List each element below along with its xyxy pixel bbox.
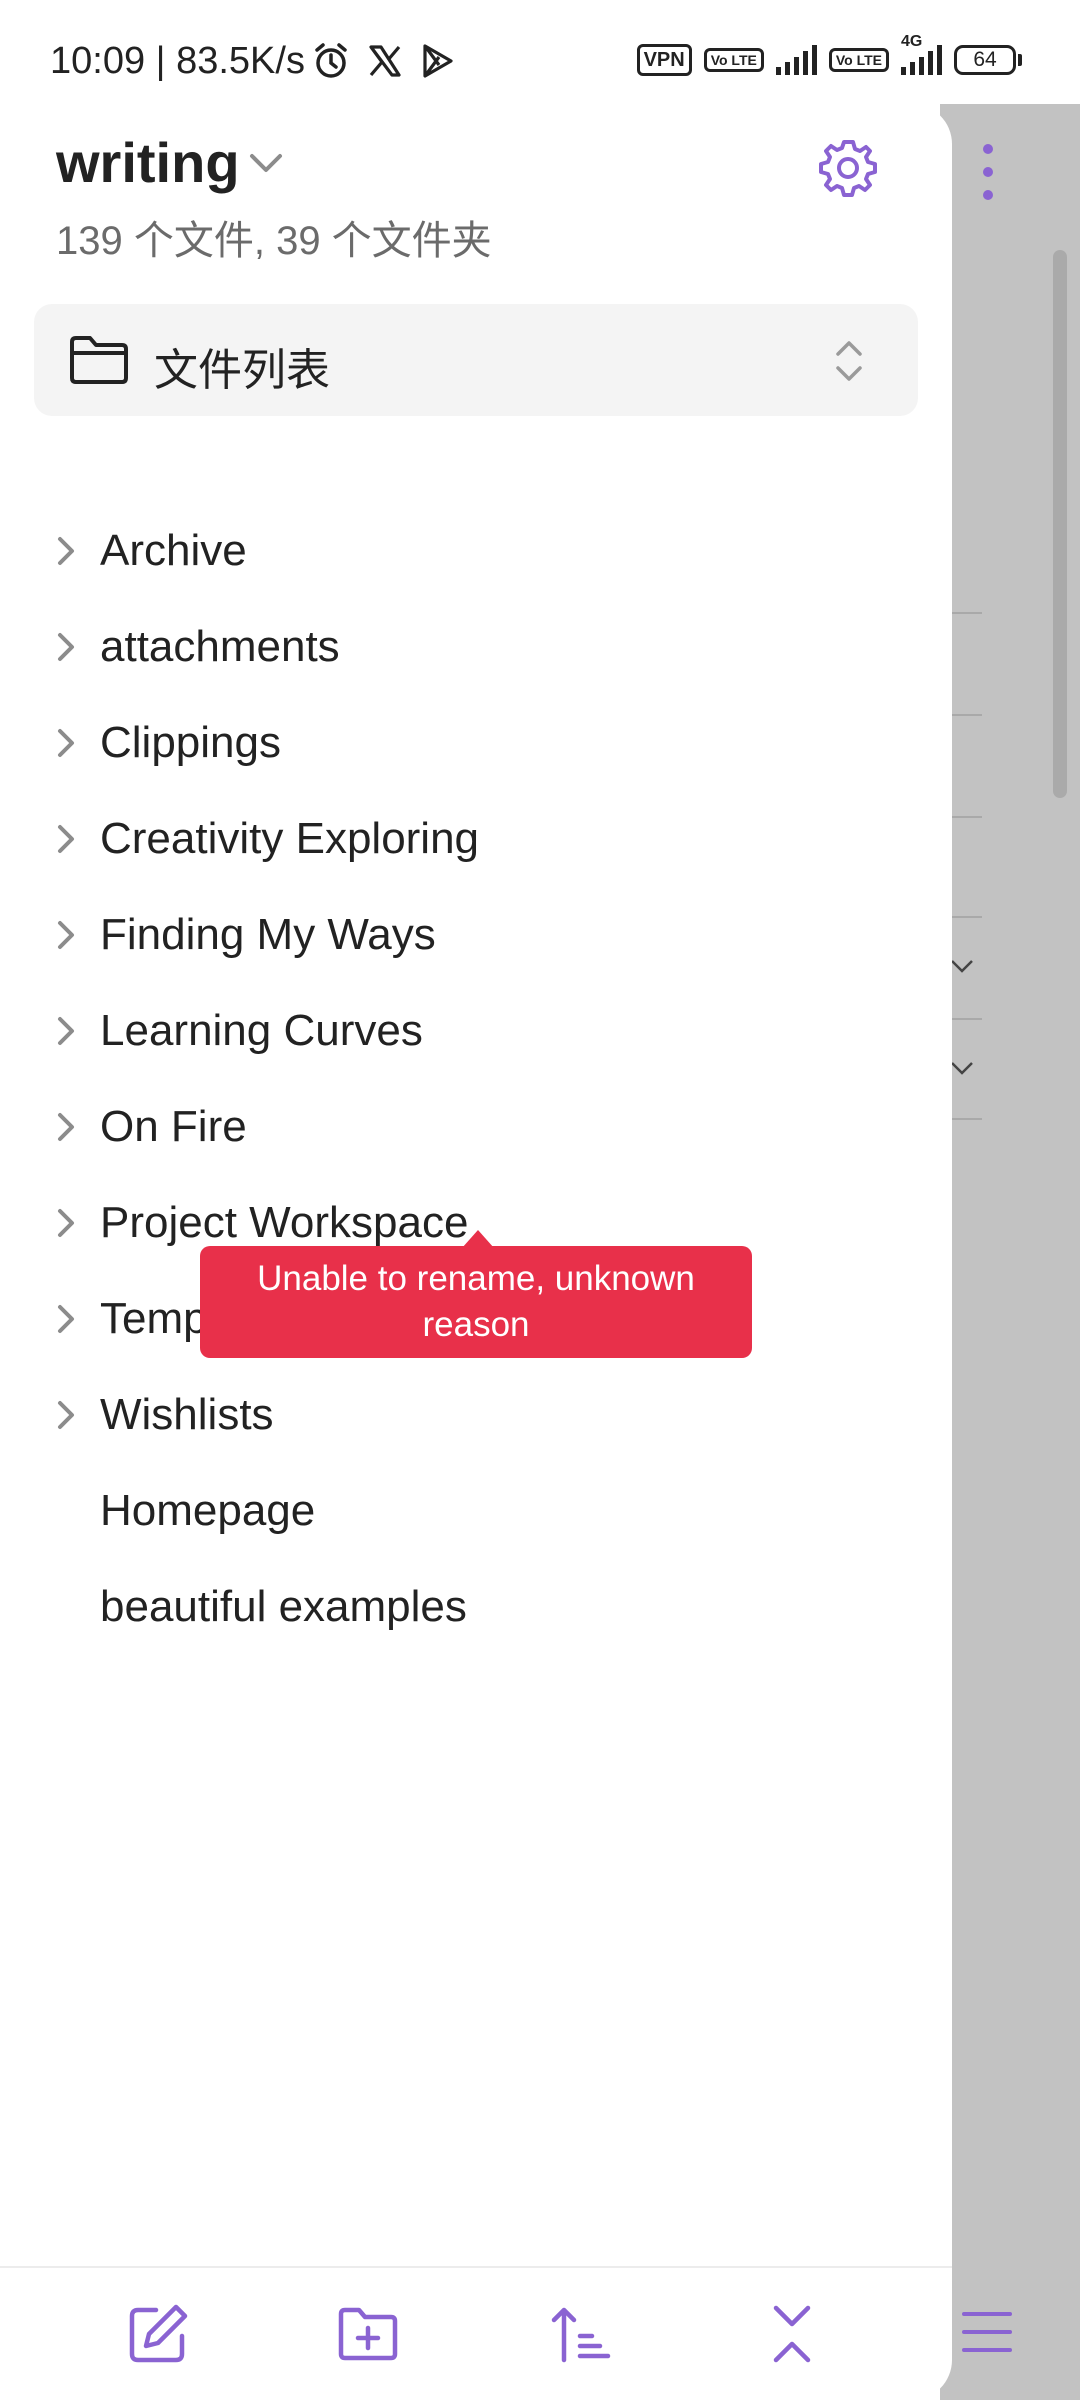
chevron-right-icon[interactable] [52,726,82,760]
divider [950,816,982,818]
play-icon [423,44,453,78]
chevron-right-icon[interactable] [52,534,82,568]
status-app-icons [312,42,454,80]
menu-icon[interactable] [962,2312,1012,2352]
folder-item[interactable]: Finding My Ways [0,888,952,984]
chevron-right-icon[interactable] [52,1110,82,1144]
battery-level: 64 [954,45,1016,75]
folder-item[interactable]: Archive [0,504,952,600]
folder-item[interactable]: Creativity Exploring [0,792,952,888]
sort-icon[interactable] [548,2302,612,2366]
status-bar: 10:09 | 83.5K/s VPN Vo LTE Vo LTE 4G 64 [0,0,1080,104]
chevron-right-icon[interactable] [52,918,82,952]
chevron-down-icon [951,1062,973,1075]
folder-item[interactable]: Learning Curves [0,984,952,1080]
chevron-right-icon[interactable] [52,1398,82,1432]
folder-icon [70,336,128,384]
file-item[interactable]: Homepage [0,1464,952,1560]
tree-item-label: Creativity Exploring [100,814,480,863]
folder-item[interactable]: Wishlists [0,1368,952,1464]
bottom-toolbar [0,2266,952,2400]
folder-item[interactable]: Clippings [0,696,952,792]
folder-item[interactable]: attachments [0,600,952,696]
volte-badge-1: Vo LTE [703,48,764,72]
chevron-up-down-icon [836,341,862,381]
tree-item-label: attachments [100,622,340,671]
file-item[interactable]: beautiful examples [0,1560,952,1656]
divider [950,916,982,918]
chevron-down-icon [951,960,973,973]
chevron-right-icon[interactable] [52,1302,82,1336]
divider [950,612,982,614]
signal-icon-2: 4G [901,33,942,75]
tree-item-label: Project Workspace [100,1198,469,1247]
error-toast: Unable to rename, unknown reason [200,1246,752,1358]
chevron-right-icon[interactable] [52,1014,82,1048]
divider [950,714,982,716]
battery-icon: 64 [954,45,1022,75]
chevron-down-icon[interactable] [246,148,286,178]
tree-item-label: Clippings [100,718,281,767]
view-selector[interactable]: 文件列表 [34,304,918,416]
tree-item-label: Wishlists [100,1390,274,1439]
toast-message: Unable to rename, unknown reason [257,1259,695,1344]
divider [950,1018,982,1020]
scrollbar[interactable] [1053,250,1067,798]
alarm-icon [315,43,347,78]
tree-item-label: beautiful examples [100,1582,467,1631]
new-note-icon[interactable] [126,2302,190,2366]
status-time: 10:09 | 83.5K/s [50,40,305,82]
vault-stats: 139 个文件, 39 个文件夹 [56,219,492,263]
vault-name[interactable]: writing [56,130,240,195]
vpn-badge: VPN [636,44,692,76]
folder-item[interactable]: On Fire [0,1080,952,1176]
tree-item-label: Learning Curves [100,1006,423,1055]
view-selector-label: 文件列表 [154,346,330,395]
network-type: 4G [901,33,923,50]
chevron-right-icon[interactable] [52,1206,82,1240]
tree-item-label: Homepage [100,1486,316,1535]
chevron-right-icon[interactable] [52,630,82,664]
new-folder-icon[interactable] [336,2302,400,2366]
divider [950,1118,982,1120]
gear-icon[interactable] [816,136,880,200]
tree-item-label: Temp [100,1294,208,1343]
tree-item-label: On Fire [100,1102,247,1151]
volte-badge-2: Vo LTE [828,48,889,72]
collapse-all-icon[interactable] [760,2302,824,2366]
more-options-icon[interactable] [980,144,996,200]
tree-item-label: Archive [100,526,247,575]
x-icon [369,45,401,77]
tree-item-label: Finding My Ways [100,910,436,959]
status-system-icons: VPN Vo LTE Vo LTE 4G 64 [636,33,1022,76]
chevron-right-icon[interactable] [52,822,82,856]
signal-icon-1 [775,45,817,75]
